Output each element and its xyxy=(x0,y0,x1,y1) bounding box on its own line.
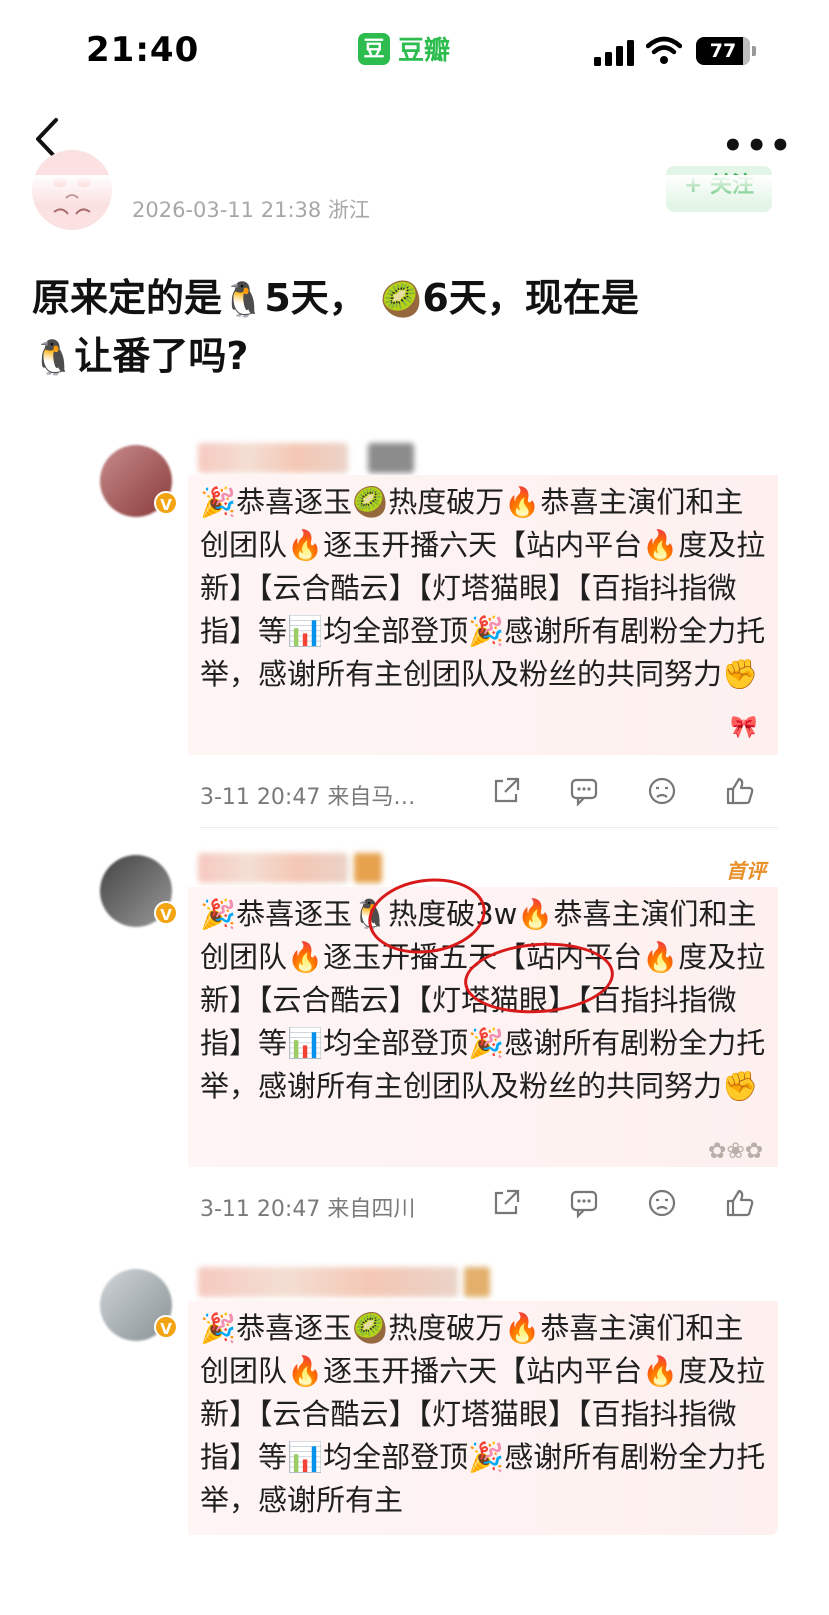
party-popper-emoji-icon: 🎉 xyxy=(468,1026,505,1060)
more-icon[interactable]: ••• xyxy=(722,126,793,166)
dislike-face-icon[interactable] xyxy=(646,1187,678,1219)
scroll-fade xyxy=(0,175,829,205)
blurred-tag xyxy=(464,1267,490,1297)
sticker-decoration: ✿❀✿ xyxy=(708,1139,764,1164)
fist-emoji-icon: ✊ xyxy=(722,1069,759,1103)
comment-body: 🎉恭喜逐玉🥝热度破万🔥恭喜主演们和主创团队🔥逐玉开播六天【站内平台🔥度及拉新】【… xyxy=(188,475,778,755)
verified-badge-icon: V xyxy=(154,1315,178,1339)
battery-level: 77 xyxy=(709,40,737,62)
fire-emoji-icon: 🔥 xyxy=(642,528,679,562)
penguin-emoji-icon: 🐧 xyxy=(32,338,75,378)
fire-emoji-icon: 🔥 xyxy=(642,1354,679,1388)
fire-emoji-icon: 🔥 xyxy=(287,528,324,562)
share-icon[interactable] xyxy=(490,1187,522,1219)
nav-bar: ••• xyxy=(0,100,829,175)
comment-time: 3-11 20:47 来自马… xyxy=(200,785,416,810)
comment-body: 🎉恭喜逐玉🥝热度破万🔥恭喜主演们和主创团队🔥逐玉开播六天【站内平台🔥度及拉新】【… xyxy=(188,1301,778,1535)
app-name: 豆瓣 xyxy=(398,36,451,66)
fire-emoji-icon: 🔥 xyxy=(504,1311,541,1345)
verified-badge-icon: V xyxy=(154,901,178,925)
verified-badge-icon: V xyxy=(154,491,178,515)
fire-emoji-icon: 🔥 xyxy=(287,1354,324,1388)
party-popper-emoji-icon: 🎉 xyxy=(468,1440,505,1474)
first-comment-badge: 首评 xyxy=(726,859,766,883)
wifi-icon xyxy=(646,36,682,64)
party-popper-emoji-icon: 🎉 xyxy=(468,614,505,648)
bar-chart-emoji-icon: 📊 xyxy=(287,1026,324,1060)
penguin-emoji-icon: 🐧 xyxy=(222,280,265,320)
comment-icon[interactable] xyxy=(568,775,600,807)
battery-icon: 77 xyxy=(696,37,750,65)
comment-body: 🎉恭喜逐玉🐧热度破3w🔥恭喜主演们和主创团队🔥逐玉开播五天【站内平台🔥度及拉新】… xyxy=(188,887,778,1167)
kiwi-emoji-icon: 🥝 xyxy=(380,280,423,320)
comment-icon[interactable] xyxy=(568,1187,600,1219)
blurred-username xyxy=(198,443,348,473)
douban-logo-icon: 豆 xyxy=(358,32,390,65)
bar-chart-emoji-icon: 📊 xyxy=(287,1440,324,1474)
fire-emoji-icon: 🔥 xyxy=(504,485,541,519)
blurred-username xyxy=(198,853,348,883)
fist-emoji-icon: ✊ xyxy=(722,657,759,691)
party-popper-emoji-icon: 🎉 xyxy=(200,485,237,519)
like-thumb-icon[interactable] xyxy=(724,1187,756,1219)
kiwi-emoji-icon: 🥝 xyxy=(352,485,389,519)
sticker-decoration: 🎀 xyxy=(730,715,758,740)
blurred-tag xyxy=(354,853,382,883)
fire-emoji-icon: 🔥 xyxy=(517,897,554,931)
bar-chart-emoji-icon: 📊 xyxy=(287,614,324,648)
comment-time: 3-11 20:47 来自四川 xyxy=(200,1197,416,1222)
party-popper-emoji-icon: 🎉 xyxy=(200,897,237,931)
embedded-screenshot: V 🎉恭喜逐玉🥝热度破万🔥恭喜主演们和主创团队🔥逐玉开播六天【站内平台🔥度及拉新… xyxy=(78,435,778,1535)
status-bar: 21:40 豆 豆瓣 77 xyxy=(0,0,829,100)
cellular-signal-icon xyxy=(594,40,634,66)
fire-emoji-icon: 🔥 xyxy=(642,940,679,974)
party-popper-emoji-icon: 🎉 xyxy=(200,1311,237,1345)
divider xyxy=(200,827,778,828)
blurred-tag xyxy=(368,443,414,473)
post-text: 原来定的是🐧5天， 🥝6天，现在是 🐧让番了吗? xyxy=(32,276,639,378)
status-time: 21:40 xyxy=(86,30,200,70)
blurred-username xyxy=(198,1267,458,1297)
app-tag: 豆 豆瓣 xyxy=(358,30,450,67)
fire-emoji-icon: 🔥 xyxy=(287,940,324,974)
kiwi-emoji-icon: 🥝 xyxy=(352,1311,389,1345)
dislike-face-icon[interactable] xyxy=(646,775,678,807)
share-icon[interactable] xyxy=(490,775,522,807)
like-thumb-icon[interactable] xyxy=(724,775,756,807)
